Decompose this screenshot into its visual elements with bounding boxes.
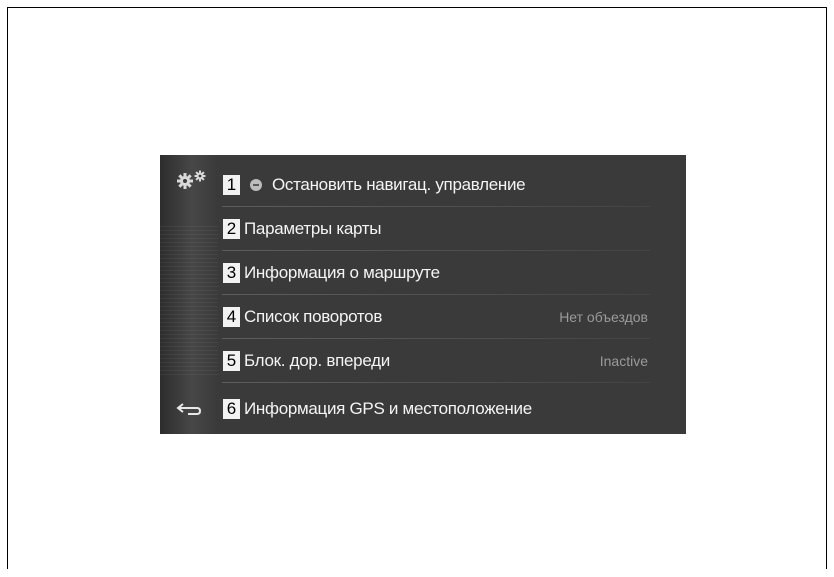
menu-item-value: Нет объездов: [559, 309, 648, 325]
menu-item-label: Остановить навигац. управление: [272, 175, 526, 194]
menu-item-gps-info[interactable]: 6 Информация GPS и местоположение: [218, 387, 684, 431]
menu-item-stop-guidance[interactable]: 1 Остановить навигац. управление: [218, 163, 684, 207]
menu-item-label: Блок. дор. впереди: [244, 351, 390, 370]
callout-number: 1: [223, 175, 240, 195]
callout-number: 5: [223, 351, 240, 371]
menu-item-label: Список поворотов: [244, 307, 383, 326]
gears-icon: [177, 170, 206, 189]
callout-number: 4: [223, 307, 240, 327]
back-button[interactable]: [160, 387, 218, 431]
menu-item-label: Информация о маршруте: [244, 263, 440, 282]
menu-item-road-block[interactable]: 5 Блок. дор. впереди Inactive: [218, 339, 684, 383]
page-frame-right: [826, 7, 827, 569]
menu-item-turn-list[interactable]: 4 Список поворотов Нет объездов: [218, 295, 684, 339]
menu-item-value: Inactive: [599, 353, 648, 369]
stop-route-icon: [250, 179, 262, 191]
menu-list: 1 Остановить навигац. управление 2 Парам…: [218, 163, 684, 429]
page-frame-left: [7, 7, 8, 569]
back-arrow-icon: [176, 403, 202, 415]
menu-item-label: Информация GPS и местоположение: [244, 399, 532, 418]
callout-number: 2: [223, 219, 240, 239]
nav-options-screen: 1 Остановить навигац. управление 2 Парам…: [160, 155, 686, 434]
callout-number: 6: [223, 399, 240, 419]
menu-item-route-info[interactable]: 3 Информация о маршруте: [218, 251, 684, 295]
menu-item-label: Параметры карты: [244, 219, 382, 238]
menu-item-map-settings[interactable]: 2 Параметры карты: [218, 207, 684, 251]
page-frame-top: [7, 7, 827, 8]
callout-number: 3: [223, 263, 240, 283]
